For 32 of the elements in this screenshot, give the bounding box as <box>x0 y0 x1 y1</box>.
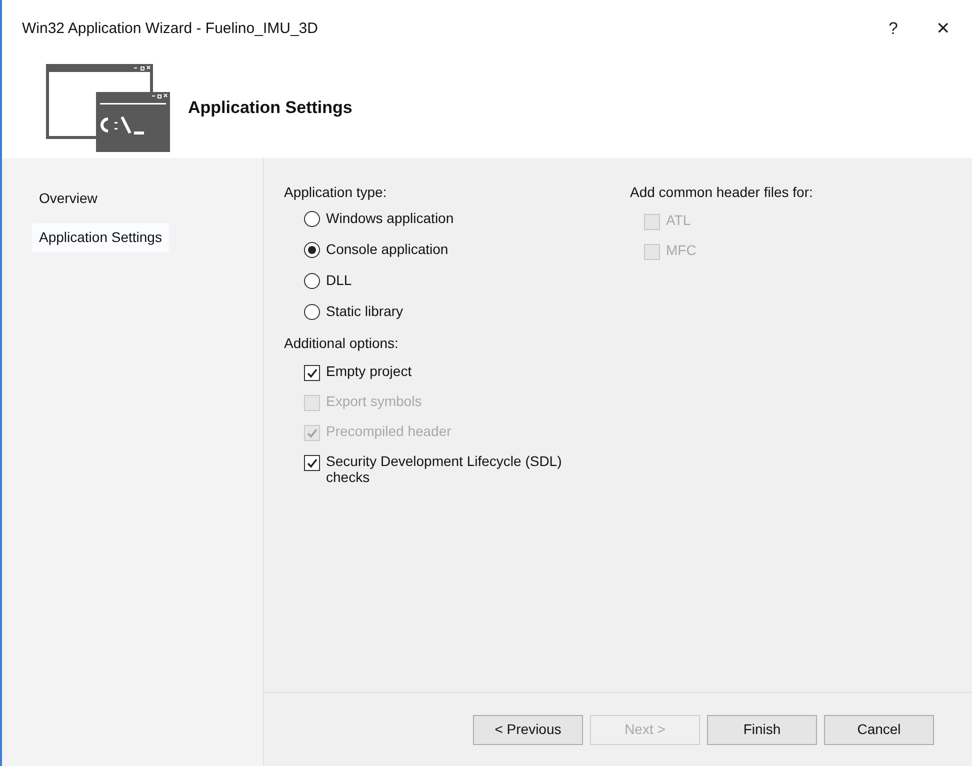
checkbox-label: MFC <box>666 242 696 258</box>
window-title: Win32 Application Wizard - Fuelino_IMU_3D <box>22 18 318 39</box>
check-icon <box>306 457 318 469</box>
checkbox-label: ATL <box>666 212 691 228</box>
radio-label: DLL <box>326 271 352 290</box>
radio-label: Console application <box>326 240 448 259</box>
cancel-button[interactable]: Cancel <box>824 714 934 744</box>
radio-button[interactable] <box>304 304 320 320</box>
section-label: Additional options: <box>284 334 400 353</box>
finish-button[interactable]: Finish <box>707 714 817 744</box>
checkbox-label: Export symbols <box>326 393 422 409</box>
radio-label: Windows application <box>326 209 454 228</box>
close-button[interactable]: ✕ <box>934 16 952 42</box>
radio-label: Static library <box>326 302 404 321</box>
checkbox-label: Empty project <box>326 363 412 379</box>
radio-button[interactable] <box>304 210 320 226</box>
page-heading: Application Settings <box>188 97 352 120</box>
section-label: Add common header files for: <box>630 183 813 202</box>
radio-button[interactable] <box>304 272 320 288</box>
sidebar-item[interactable]: Application Settings <box>32 223 169 252</box>
checkbox-label: Precompiled header <box>326 423 452 439</box>
radio-button[interactable] <box>304 242 320 258</box>
section-label: Application type: <box>284 183 388 202</box>
console-window-icon <box>46 64 170 152</box>
checkbox[interactable] <box>304 365 320 381</box>
sidebar-item[interactable]: Overview <box>32 184 104 213</box>
help-button[interactable]: ? <box>886 16 900 42</box>
check-icon <box>306 427 318 439</box>
checkbox-label: Security Development Lifecycle (SDL) checks <box>326 453 563 485</box>
checkbox[interactable] <box>304 455 320 471</box>
previous-button[interactable]: < Previous <box>473 714 583 744</box>
check-icon <box>306 367 318 379</box>
